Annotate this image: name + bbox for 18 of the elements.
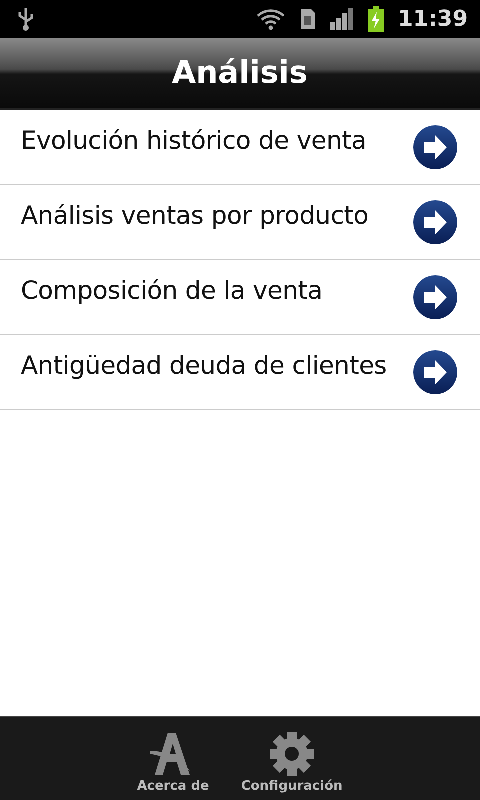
- gear-icon: [269, 731, 316, 777]
- status-time: 11:39: [398, 6, 468, 32]
- arrow-right-icon: [413, 350, 458, 394]
- sim-card-icon: [300, 8, 316, 30]
- usb-icon: [16, 6, 36, 32]
- wifi-icon: [256, 7, 286, 31]
- arrow-right-icon: [413, 124, 458, 170]
- menu-item[interactable]: Antigüedad deuda de clientes: [0, 335, 480, 410]
- signal-icon: [330, 8, 354, 30]
- screen-title: Análisis: [0, 38, 480, 110]
- arrow-right-icon: [413, 274, 458, 320]
- about-button[interactable]: Acerca de: [131, 717, 216, 800]
- menu-item[interactable]: Análisis ventas por producto: [0, 185, 480, 260]
- settings-button[interactable]: Configuración: [235, 717, 349, 800]
- battery-charging-icon: [368, 6, 384, 32]
- arrow-right-icon: [413, 200, 458, 244]
- menu-item[interactable]: Composición de la venta: [0, 260, 480, 335]
- menu-item[interactable]: Evolución histórico de venta: [0, 110, 480, 185]
